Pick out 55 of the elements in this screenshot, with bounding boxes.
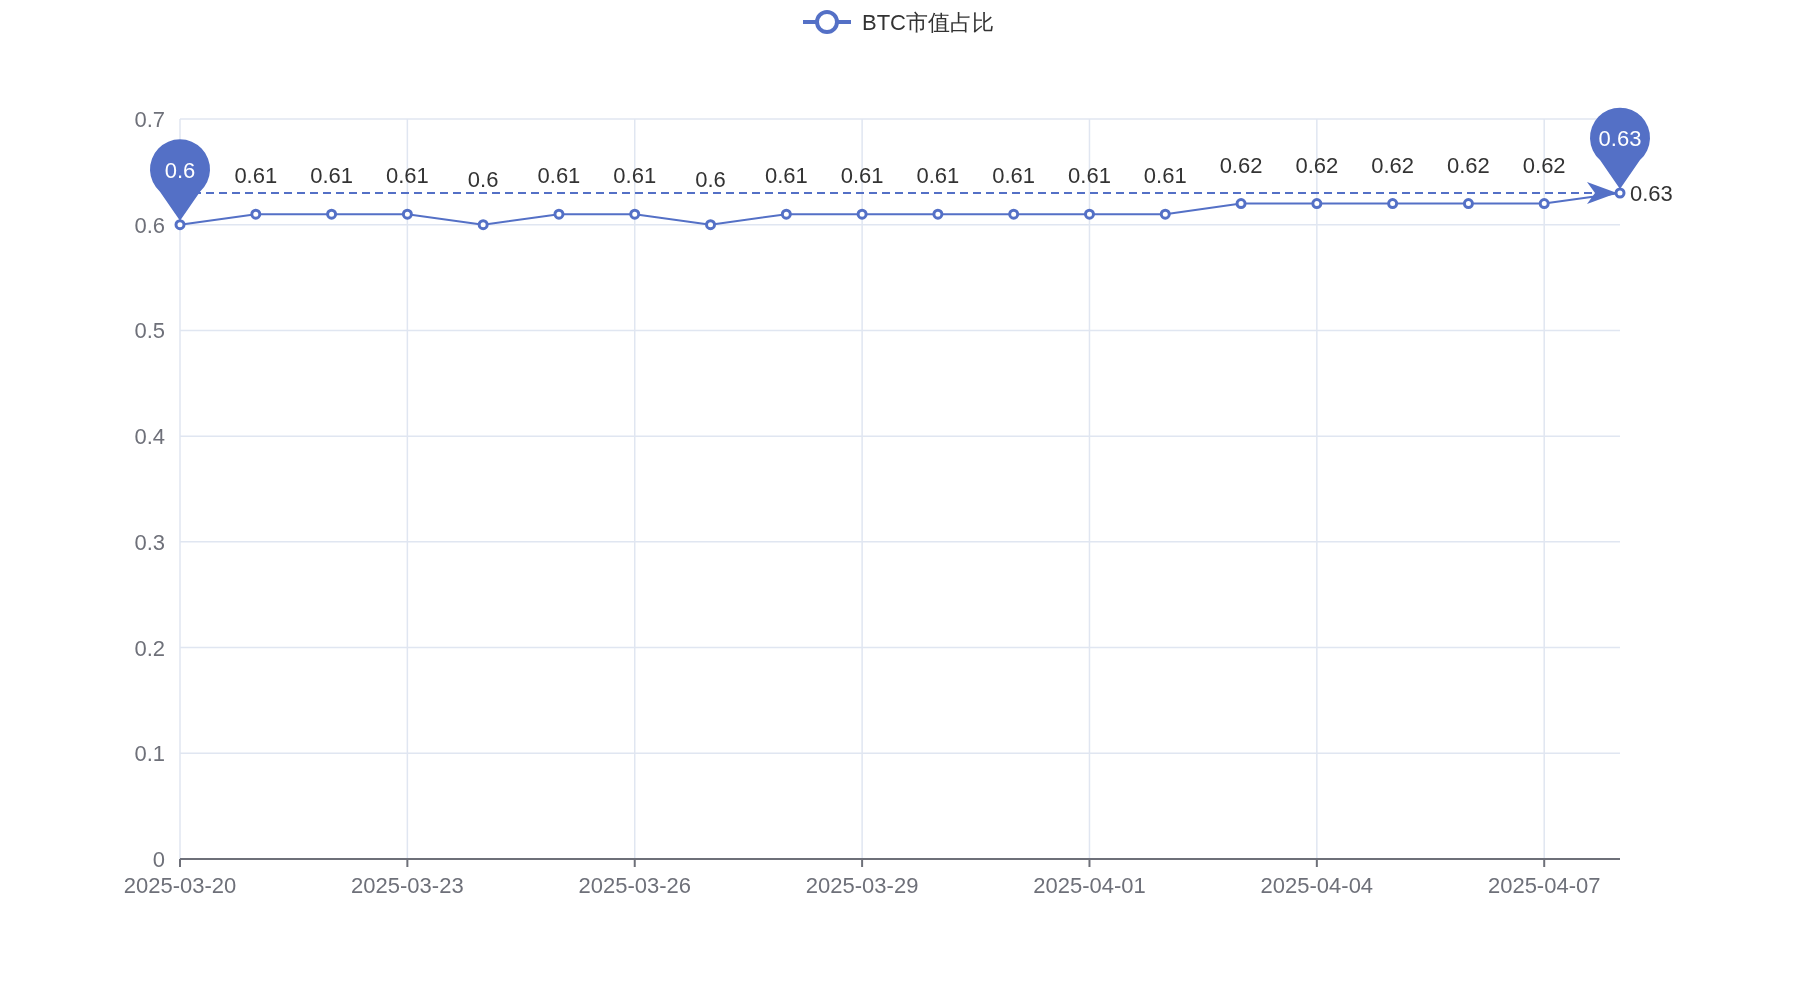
data-label: 0.61 bbox=[916, 163, 960, 189]
data-point[interactable] bbox=[629, 208, 641, 220]
axis-label: 0.1 bbox=[134, 741, 165, 767]
axis-label: 2025-04-01 bbox=[1033, 873, 1146, 898]
axis-label: 2025-04-04 bbox=[1260, 873, 1374, 898]
data-label: 0.62 bbox=[1371, 152, 1415, 178]
data-point[interactable] bbox=[1083, 208, 1095, 220]
data-label: 0.61 bbox=[613, 163, 657, 189]
data-point[interactable] bbox=[705, 219, 717, 231]
data-label: 0.61 bbox=[992, 163, 1036, 189]
axis-label: 0.7 bbox=[134, 107, 165, 132]
data-point[interactable] bbox=[1008, 208, 1020, 220]
data-label: 0.62 bbox=[1295, 152, 1339, 178]
data-point[interactable] bbox=[1311, 198, 1323, 210]
data-label: 0.61 bbox=[234, 163, 278, 189]
data-label: 0.61 bbox=[537, 163, 581, 189]
axis-label: 2025-03-20 bbox=[123, 873, 237, 898]
data-point[interactable] bbox=[174, 219, 186, 231]
data-label: 0.62 bbox=[1219, 152, 1263, 178]
axis-label: 2025-03-23 bbox=[351, 873, 464, 898]
annotation: 0.63 bbox=[1598, 126, 1642, 151]
axis-label: 0.3 bbox=[134, 529, 165, 555]
data-label: 0.62 bbox=[1522, 152, 1566, 178]
data-point[interactable] bbox=[477, 219, 489, 231]
data-point[interactable] bbox=[780, 208, 792, 220]
axis-label: 2025-03-26 bbox=[578, 873, 691, 898]
data-point[interactable] bbox=[932, 208, 944, 220]
data-point[interactable] bbox=[1614, 187, 1626, 199]
data-point[interactable] bbox=[401, 208, 413, 220]
data-label: 0.62 bbox=[1447, 152, 1490, 178]
data-label: 0.61 bbox=[764, 163, 808, 189]
axis-label: 0.4 bbox=[134, 424, 165, 450]
data-label: 0.61 bbox=[385, 163, 429, 189]
axis-label: 2025-03-29 bbox=[805, 873, 919, 898]
axis-label: 0.5 bbox=[134, 318, 165, 344]
data-label: 0.6 bbox=[695, 167, 726, 192]
data-point[interactable] bbox=[250, 208, 262, 220]
data-point[interactable] bbox=[1538, 198, 1550, 210]
legend-icon[interactable] bbox=[803, 10, 851, 34]
axis-label: 2025-04-07 bbox=[1487, 873, 1601, 898]
axis-label: 0 bbox=[152, 847, 165, 872]
axis-label: 0.2 bbox=[134, 635, 165, 661]
data-point[interactable] bbox=[326, 208, 338, 220]
data-label: 0.6 bbox=[467, 167, 499, 192]
data-label: 0.61 bbox=[1068, 163, 1111, 189]
data-point[interactable] bbox=[1159, 208, 1171, 220]
data-point[interactable] bbox=[553, 208, 565, 220]
data-label: 0.61 bbox=[310, 163, 353, 189]
legend-label[interactable]: BTC市值占比 bbox=[862, 10, 994, 35]
data-label: 0.61 bbox=[840, 163, 884, 189]
data-point[interactable] bbox=[1235, 198, 1247, 210]
data-label: 0.61 bbox=[1143, 163, 1187, 189]
data-point[interactable] bbox=[1462, 198, 1474, 210]
data-point[interactable] bbox=[1387, 198, 1399, 210]
data-point[interactable] bbox=[856, 208, 868, 220]
